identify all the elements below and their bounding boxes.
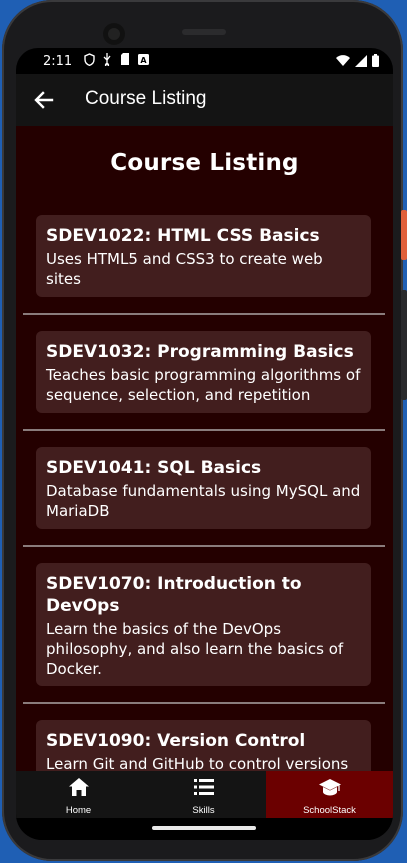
usb-icon	[101, 52, 113, 66]
signal-icon	[355, 54, 367, 71]
nav-home[interactable]: Home	[16, 771, 141, 818]
course-title: SDEV1032: Programming Basics	[46, 342, 354, 362]
sd-card-icon	[119, 52, 131, 66]
earpiece-speaker	[182, 29, 226, 35]
course-description: Learn the basics of the DevOps philosoph…	[46, 620, 344, 678]
battery-icon	[372, 54, 379, 71]
divider	[23, 429, 385, 431]
course-title: SDEV1022: HTML CSS Basics	[46, 226, 320, 246]
page-title: Course Listing	[110, 150, 299, 176]
shield-icon	[83, 52, 95, 66]
course-card[interactable]: SDEV1090: Version Control Learn Git and …	[36, 720, 371, 771]
svg-text:A: A	[140, 56, 147, 65]
list-icon	[193, 779, 214, 795]
nav-skills-label: Skills	[192, 805, 215, 816]
phone-frame: 2:11 A Course Listing Course Listing SDE…	[2, 0, 407, 861]
course-description: Learn Git and GitHub to control versions	[46, 755, 349, 771]
home-icon	[68, 778, 89, 796]
volume-button	[401, 290, 407, 400]
course-description: Database fundamentals using MySQL and Ma…	[46, 482, 361, 520]
nav-skills[interactable]: Skills	[141, 771, 266, 818]
app-bar-title: Course Listing	[85, 88, 207, 109]
nav-home-label: Home	[65, 805, 92, 816]
course-title: SDEV1070: Introduction to DevOps	[46, 574, 302, 616]
divider	[23, 313, 385, 315]
app-bar: Course Listing	[16, 74, 393, 126]
divider	[23, 702, 385, 704]
arrow-left-icon[interactable]	[32, 88, 56, 112]
course-card[interactable]: SDEV1041: SQL Basics Database fundamenta…	[36, 447, 371, 529]
course-description: Uses HTML5 and CSS3 to create web sites	[46, 250, 323, 288]
status-time: 2:11	[43, 54, 73, 69]
course-title: SDEV1041: SQL Basics	[46, 458, 262, 478]
course-card[interactable]: SDEV1070: Introduction to DevOps Learn t…	[36, 563, 371, 686]
course-card[interactable]: SDEV1022: HTML CSS Basics Uses HTML5 and…	[36, 215, 371, 297]
power-button	[401, 210, 407, 260]
nav-schoolstack[interactable]: SchoolStack	[266, 771, 393, 818]
nav-schoolstack-label: SchoolStack	[303, 805, 356, 816]
status-bar: 2:11 A	[16, 48, 393, 74]
course-list[interactable]: Course Listing SDEV1022: HTML CSS Basics…	[16, 126, 393, 771]
a-icon: A	[137, 52, 149, 66]
bottom-navigation: Home Skills SchoolStack	[16, 771, 393, 818]
wifi-icon	[336, 55, 350, 70]
screen: 2:11 A Course Listing Course Listing SDE…	[16, 48, 393, 840]
course-title: SDEV1090: Version Control	[46, 731, 306, 751]
home-indicator[interactable]	[152, 826, 256, 830]
graduation-cap-icon	[318, 779, 341, 796]
front-camera	[103, 23, 125, 45]
course-description: Teaches basic programming algorithms of …	[46, 366, 361, 404]
divider	[23, 545, 385, 547]
course-card[interactable]: SDEV1032: Programming Basics Teaches bas…	[36, 331, 371, 413]
gesture-area	[16, 818, 393, 840]
